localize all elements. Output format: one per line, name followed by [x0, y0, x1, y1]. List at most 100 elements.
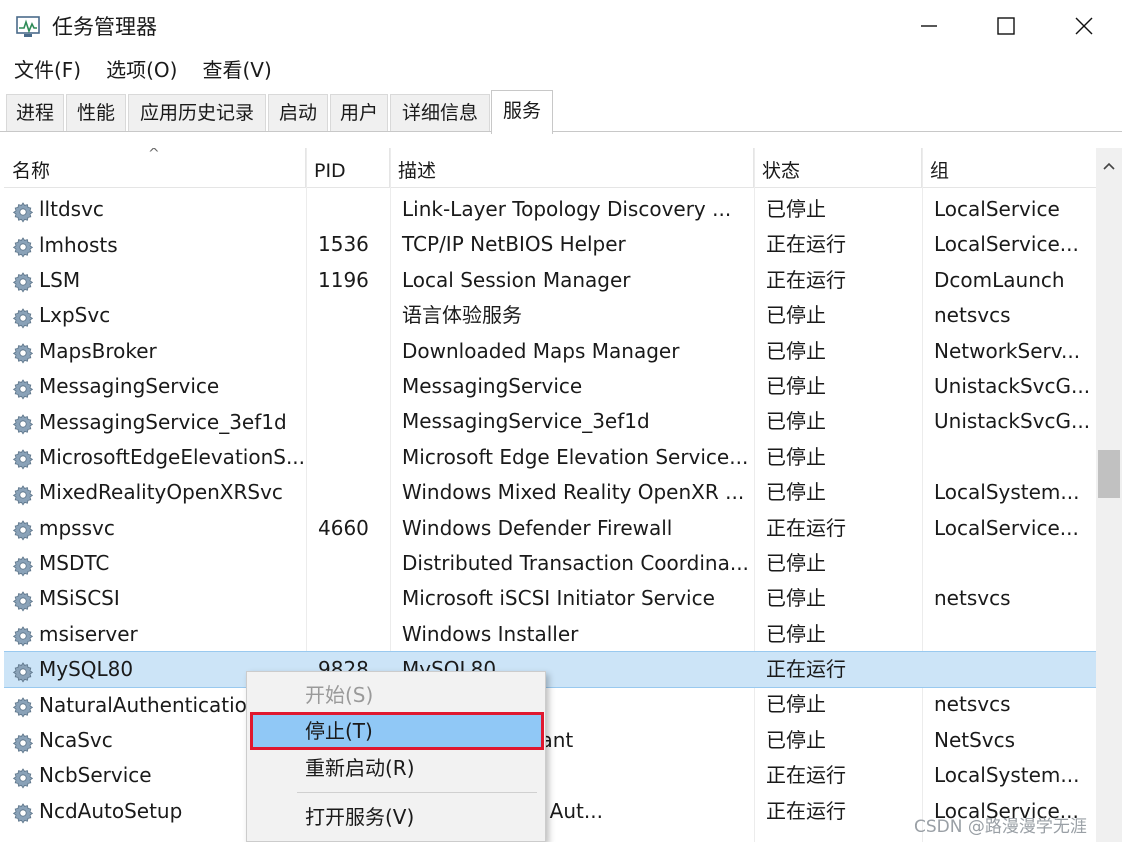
service-name-label: MSDTC	[39, 551, 110, 576]
service-pid-cell: 4660	[318, 515, 369, 540]
table-row[interactable]: MessagingService MessagingService 已停止 Unist…	[4, 369, 1096, 404]
close-button[interactable]	[1060, 8, 1108, 44]
service-gear-icon	[12, 623, 34, 647]
context-menu-restart[interactable]: 重新启动(R)	[251, 750, 543, 786]
service-description-cell: Downloaded Maps Manager	[402, 338, 680, 363]
service-name-label: lltdsvc	[39, 197, 104, 222]
service-group-cell: LocalService...	[934, 515, 1079, 540]
minimize-icon	[921, 25, 937, 27]
maximize-button[interactable]	[982, 8, 1030, 44]
column-header-group[interactable]: 组	[922, 148, 1096, 188]
service-description-cell: Windows Installer	[402, 621, 579, 646]
table-row[interactable]: MessagingService_3ef1d MessagingService_3…	[4, 404, 1096, 439]
column-header-description[interactable]: 描述	[390, 148, 754, 188]
table-row[interactable]: MicrosoftEdgeElevationS... Microsoft Edge…	[4, 440, 1096, 475]
service-status-cell: 已停止	[766, 480, 826, 505]
service-name-label: msiserver	[39, 621, 138, 646]
service-group-cell: LocalSystem...	[934, 480, 1080, 505]
service-status-cell: 已停止	[766, 409, 826, 434]
menu-file[interactable]: 文件(F)	[0, 54, 92, 88]
service-status-cell: 正在运行	[766, 232, 846, 257]
context-menu-open-services[interactable]: 打开服务(V)	[251, 799, 543, 835]
service-gear-icon	[12, 659, 34, 683]
service-group-cell: LocalSystem...	[934, 763, 1080, 788]
close-icon	[1075, 17, 1093, 35]
tab-processes[interactable]: 进程	[6, 94, 64, 132]
menu-options[interactable]: 选项(O)	[92, 54, 188, 88]
service-description-cell: MessagingService_3ef1d	[402, 409, 650, 434]
service-name-cell: MessagingService_3ef1d	[4, 404, 304, 439]
service-name-cell: MSDTC	[4, 546, 304, 581]
table-row[interactable]: lmhosts 1536 TCP/IP NetBIOS Helper 正在运行 Loca…	[4, 227, 1096, 262]
service-status-cell: 已停止	[766, 586, 826, 611]
minimize-button[interactable]	[905, 8, 953, 44]
service-group-cell	[926, 546, 1094, 581]
service-name-label: NcaSvc	[39, 728, 113, 753]
menu-separator	[297, 792, 537, 793]
service-status-cell: 已停止	[766, 303, 826, 328]
service-pid-cell	[310, 546, 390, 581]
service-gear-icon	[12, 411, 34, 435]
menu-view[interactable]: 查看(V)	[188, 54, 282, 88]
vertical-scrollbar[interactable]	[1096, 148, 1122, 842]
context-menu-stop[interactable]: 停止(T)	[250, 712, 544, 750]
service-name-label: LSM	[39, 267, 81, 292]
table-row[interactable]: NcbServiceection Broker正在运行LocalSystem..…	[4, 758, 1096, 793]
service-group-cell: netsvcs	[934, 303, 1011, 328]
context-menu: 开始(S) 停止(T) 重新启动(R) 打开服务(V)	[246, 671, 546, 842]
table-row[interactable]: MySQL80 9828 MySQL80 正在运行	[4, 651, 1096, 689]
service-description-cell: Microsoft iSCSI Initiator Service	[402, 586, 715, 611]
column-header-status[interactable]: 状态	[754, 148, 922, 188]
tab-users[interactable]: 用户	[330, 94, 388, 132]
service-group-cell	[926, 652, 1094, 687]
service-status-cell: 已停止	[766, 727, 826, 752]
service-group-cell: netsvcs	[934, 586, 1011, 611]
table-row[interactable]: NcaSvcectivity Assistant已停止NetSvcs	[4, 723, 1096, 758]
tab-app-history[interactable]: 应用历史记录	[128, 94, 266, 132]
table-row[interactable]: MixedRealityOpenXRSvc Windows Mixed Reali…	[4, 475, 1096, 510]
service-name-cell: MixedRealityOpenXRSvc	[4, 475, 304, 510]
service-status-cell: 已停止	[766, 692, 826, 717]
service-name-label: NcdAutoSetup	[39, 798, 183, 823]
table-row[interactable]: LSM 1196 Local Session Manager 正在运行 DcomLaun…	[4, 263, 1096, 298]
service-gear-icon	[12, 482, 34, 506]
service-name-label: LxpSvc	[39, 303, 111, 328]
service-gear-icon	[12, 269, 34, 293]
scroll-up-button[interactable]	[1096, 148, 1122, 184]
service-name-cell: MicrosoftEdgeElevationS...	[4, 440, 304, 475]
column-header-name[interactable]: 名称 ^	[4, 148, 306, 188]
table-body: lltdsvc Link-Layer Topology Discovery ...…	[4, 192, 1096, 829]
service-gear-icon	[12, 730, 34, 754]
column-header-pid[interactable]: PID	[306, 148, 390, 188]
maximize-icon	[997, 17, 1015, 35]
service-gear-icon	[12, 765, 34, 789]
context-menu-start[interactable]: 开始(S)	[251, 677, 543, 713]
service-gear-icon	[12, 446, 34, 470]
service-pid-cell	[310, 334, 390, 369]
table-row[interactable]: msiserver Windows Installer 已停止	[4, 617, 1096, 652]
service-pid-cell	[310, 404, 390, 439]
tab-services[interactable]: 服务	[491, 90, 553, 134]
service-pid-cell: 1536	[318, 232, 369, 257]
service-description-cell: 语言体验服务	[402, 303, 522, 328]
service-name-cell: lmhosts	[4, 227, 304, 262]
service-gear-icon	[12, 694, 34, 718]
table-row[interactable]: MSDTC Distributed Transaction Coordina...…	[4, 546, 1096, 581]
tab-startup[interactable]: 启动	[268, 94, 328, 132]
service-status-cell: 已停止	[766, 550, 826, 575]
table-row[interactable]: lltdsvc Link-Layer Topology Discovery ...…	[4, 192, 1096, 227]
task-manager-icon	[16, 16, 40, 37]
tab-performance[interactable]: 性能	[66, 94, 126, 132]
table-row[interactable]: MapsBroker Downloaded Maps Manager 已停止 Netw…	[4, 334, 1096, 369]
service-group-cell: NetSvcs	[934, 727, 1016, 752]
table-row[interactable]: mpssvc 4660 Windows Defender Firewall 正在运行 L…	[4, 511, 1096, 546]
service-group-cell: LocalService	[934, 197, 1060, 221]
menu-bar: 文件(F) 选项(O) 查看(V)	[0, 54, 283, 88]
table-row[interactable]: NaturalAuthentication 已停止 netsvcs	[4, 687, 1096, 722]
service-status-cell: 已停止	[766, 373, 826, 398]
service-name-cell: MessagingService	[4, 369, 304, 404]
tab-details[interactable]: 详细信息	[390, 94, 490, 132]
scroll-thumb[interactable]	[1098, 450, 1120, 498]
table-row[interactable]: MSiSCSI Microsoft iSCSI Initiator Service…	[4, 581, 1096, 616]
table-row[interactable]: LxpSvc 语言体验服务 已停止 netsvcs	[4, 298, 1096, 333]
